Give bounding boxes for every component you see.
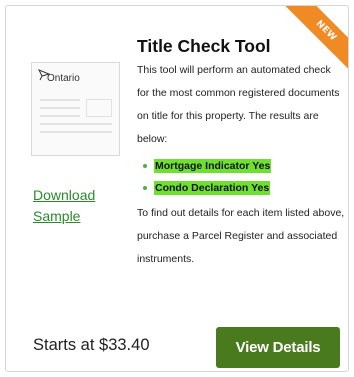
results-list: Mortgage Indicator Yes Condo Declaration…: [137, 155, 345, 199]
ontario-logo-text: Ontario: [47, 73, 80, 84]
download-sample-link[interactable]: Download Sample: [33, 185, 123, 227]
result-condo-declaration: Condo Declaration Yes: [154, 181, 271, 195]
list-item: Condo Declaration Yes: [137, 177, 345, 199]
card-description: This tool will perform an automated chec…: [137, 64, 340, 145]
card-content: Title Check Tool This tool will perform …: [137, 35, 345, 271]
title-check-card: NEW Ontario Download Sample Title Check …: [5, 5, 349, 372]
thumbnail-document-box: [86, 99, 112, 117]
price-label: Starts at $33.40: [33, 336, 150, 354]
result-mortgage-indicator: Mortgage Indicator Yes: [154, 159, 272, 173]
list-item: Mortgage Indicator Yes: [137, 155, 345, 177]
view-details-button[interactable]: View Details: [216, 327, 340, 368]
ontario-logo: Ontario: [37, 68, 115, 88]
sample-thumbnail[interactable]: Ontario: [31, 62, 120, 156]
purchase-note: To find out details for each item listed…: [137, 207, 345, 265]
card-title: Title Check Tool: [137, 36, 271, 56]
